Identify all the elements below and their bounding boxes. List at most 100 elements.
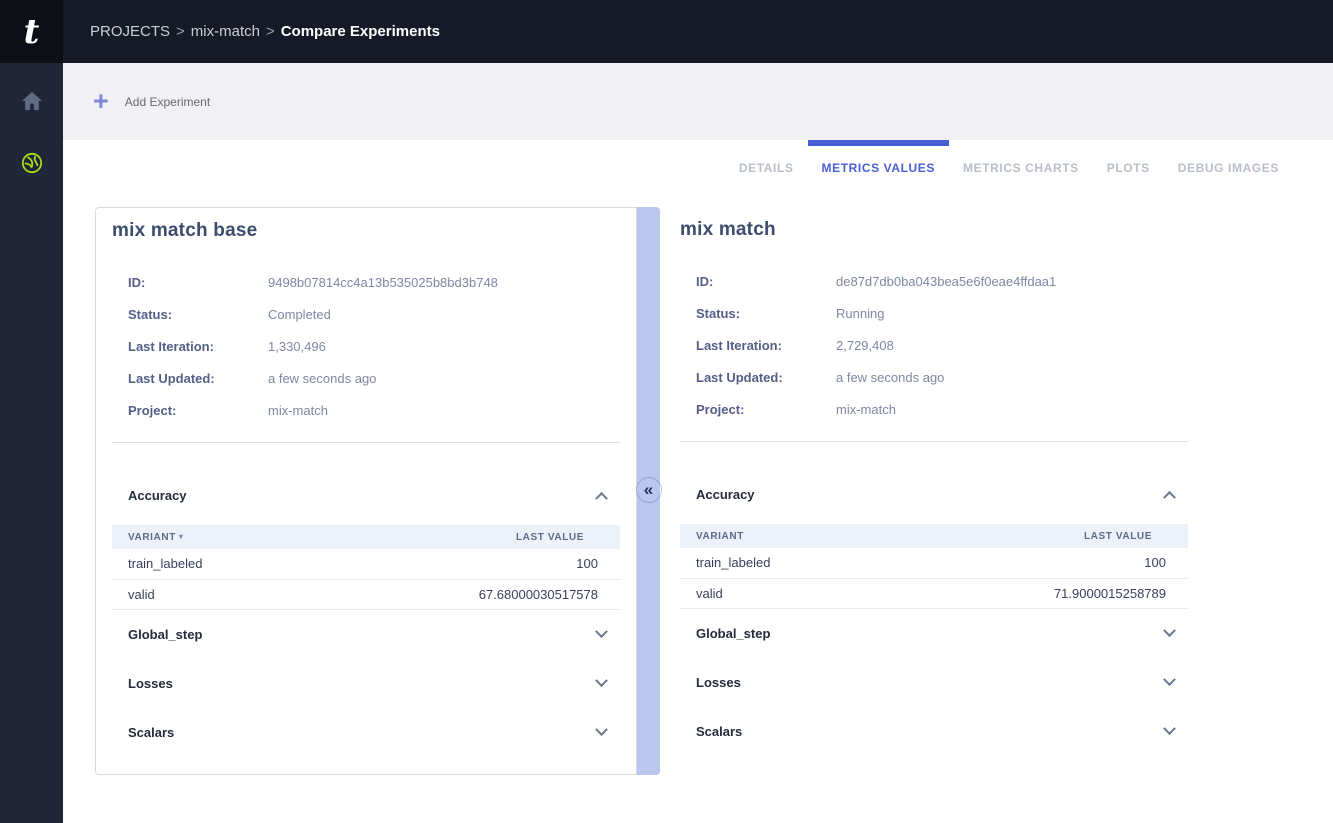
value-cell: 71.9000015258789 <box>885 578 1188 608</box>
tab-debug-images[interactable]: DEBUG IMAGES <box>1164 140 1293 195</box>
variant-cell: train_labeled <box>680 548 885 578</box>
experiment-title: mix match base <box>112 220 620 242</box>
field-label: ID: <box>696 274 836 289</box>
section-losses-header[interactable]: Losses <box>680 658 1188 707</box>
brain-icon[interactable] <box>18 149 46 177</box>
sidebar <box>0 63 63 823</box>
variant-cell: train_labeled <box>112 549 310 579</box>
variant-cell: valid <box>680 578 885 608</box>
experiment-info-fields: ID: de87d7db0ba043bea5e6f0eae4ffdaa1 Sta… <box>680 265 1188 425</box>
sort-descending-icon: ▾ <box>179 532 184 541</box>
tab-metrics-values[interactable]: METRICS VALUES <box>808 140 950 195</box>
breadcrumb-projects[interactable]: PROJECTS <box>90 23 170 40</box>
column-header-variant[interactable]: VARIANT <box>680 524 885 548</box>
section-global-step-header[interactable]: Global_step <box>112 610 620 659</box>
field-label: Last Updated: <box>128 371 268 386</box>
status-badge: Running <box>836 306 884 321</box>
breadcrumb-project-name[interactable]: mix-match <box>191 23 260 40</box>
status-badge: Completed <box>268 307 331 322</box>
field-value-last-iteration: 2,729,408 <box>836 338 894 353</box>
field-value-last-updated: a few seconds ago <box>268 371 376 386</box>
field-label: Status: <box>128 307 268 322</box>
column-header-last-value[interactable]: LAST VALUE <box>885 524 1188 548</box>
chevron-down-icon <box>595 723 608 736</box>
field-label: Last Updated: <box>696 370 836 385</box>
field-label: Last Iteration: <box>128 339 268 354</box>
collapse-panel-button[interactable]: « <box>636 477 662 503</box>
chevron-up-icon <box>595 491 608 504</box>
value-cell: 100 <box>885 548 1188 578</box>
field-value-id: de87d7db0ba043bea5e6f0eae4ffdaa1 <box>836 274 1056 289</box>
section-title: Scalars <box>696 724 742 739</box>
add-experiment-button[interactable]: Add Experiment <box>125 95 210 109</box>
field-row-last-iteration: Last Iteration: 1,330,496 <box>128 330 620 362</box>
section-global-step-header[interactable]: Global_step <box>680 609 1188 658</box>
add-experiment-plus-icon[interactable]: + <box>93 88 109 115</box>
field-row-last-updated: Last Updated: a few seconds ago <box>128 362 620 394</box>
table-row: train_labeled 100 <box>680 548 1188 578</box>
home-icon[interactable] <box>18 87 46 115</box>
breadcrumb: PROJECTS > mix-match > Compare Experimen… <box>90 23 440 40</box>
tab-metrics-charts[interactable]: METRICS CHARTS <box>949 140 1093 195</box>
experiment-card-left: mix match base ID: 9498b07814cc4a13b5350… <box>95 207 637 775</box>
field-row-id: ID: 9498b07814cc4a13b535025b8bd3b748 <box>128 266 620 298</box>
experiment-card-right: mix match ID: de87d7db0ba043bea5e6f0eae4… <box>680 207 1188 775</box>
section-title: Losses <box>696 675 741 690</box>
section-accuracy-header[interactable]: Accuracy <box>680 478 1188 510</box>
chevron-down-icon <box>1163 673 1176 686</box>
field-row-last-updated: Last Updated: a few seconds ago <box>696 361 1188 393</box>
chevron-down-icon <box>1163 624 1176 637</box>
field-value-project: mix-match <box>836 402 896 417</box>
tab-bar: DETAILS METRICS VALUES METRICS CHARTS PL… <box>63 140 1333 195</box>
field-value-last-iteration: 1,330,496 <box>268 339 326 354</box>
field-value-last-updated: a few seconds ago <box>836 370 944 385</box>
field-row-last-iteration: Last Iteration: 2,729,408 <box>696 329 1188 361</box>
chevron-down-icon <box>595 625 608 638</box>
accuracy-table: VARIANT LAST VALUE train_labeled 100 val… <box>680 524 1188 609</box>
field-label: ID: <box>128 275 268 290</box>
divider <box>112 442 620 443</box>
section-scalars-header[interactable]: Scalars <box>112 708 620 757</box>
experiment-title: mix match <box>680 219 1188 241</box>
value-cell: 67.68000030517578 <box>310 579 620 609</box>
field-row-status: Status: Completed <box>128 298 620 330</box>
section-title: Accuracy <box>128 488 187 503</box>
main-content: + Add Experiment DETAILS METRICS VALUES … <box>63 63 1333 823</box>
sub-header: + Add Experiment <box>63 63 1333 140</box>
column-header-last-value[interactable]: LAST VALUE <box>310 525 620 549</box>
logo-letter: t <box>24 15 40 49</box>
breadcrumb-separator: > <box>266 23 275 40</box>
section-accuracy-header[interactable]: Accuracy <box>112 479 620 511</box>
table-row: valid 71.9000015258789 <box>680 578 1188 608</box>
section-title: Accuracy <box>696 487 755 502</box>
table-row: train_labeled 100 <box>112 549 620 579</box>
table-header-row: VARIANT LAST VALUE <box>680 524 1188 548</box>
table-row: valid 67.68000030517578 <box>112 579 620 609</box>
breadcrumb-separator: > <box>176 23 185 40</box>
field-label: Project: <box>128 403 268 418</box>
field-row-status: Status: Running <box>696 297 1188 329</box>
app-logo[interactable]: t <box>0 0 63 63</box>
field-label: Status: <box>696 306 836 321</box>
section-title: Scalars <box>128 725 174 740</box>
column-header-variant[interactable]: VARIANT▾ <box>112 525 310 549</box>
field-value-project: mix-match <box>268 403 328 418</box>
value-cell: 100 <box>310 549 620 579</box>
section-title: Global_step <box>128 627 202 642</box>
field-value-id: 9498b07814cc4a13b535025b8bd3b748 <box>268 275 498 290</box>
experiment-info-fields: ID: 9498b07814cc4a13b535025b8bd3b748 Sta… <box>112 266 620 426</box>
tab-plots[interactable]: PLOTS <box>1093 140 1164 195</box>
chevron-down-icon <box>595 674 608 687</box>
chevron-down-icon <box>1163 722 1176 735</box>
section-losses-header[interactable]: Losses <box>112 659 620 708</box>
tab-details[interactable]: DETAILS <box>725 140 808 195</box>
field-row-id: ID: de87d7db0ba043bea5e6f0eae4ffdaa1 <box>696 265 1188 297</box>
field-row-project: Project: mix-match <box>696 393 1188 425</box>
section-title: Global_step <box>696 626 770 641</box>
field-label: Last Iteration: <box>696 338 836 353</box>
chevron-up-icon <box>1163 490 1176 503</box>
breadcrumb-current-page: Compare Experiments <box>281 23 440 40</box>
table-header-row: VARIANT▾ LAST VALUE <box>112 525 620 549</box>
variant-cell: valid <box>112 579 310 609</box>
section-scalars-header[interactable]: Scalars <box>680 707 1188 756</box>
